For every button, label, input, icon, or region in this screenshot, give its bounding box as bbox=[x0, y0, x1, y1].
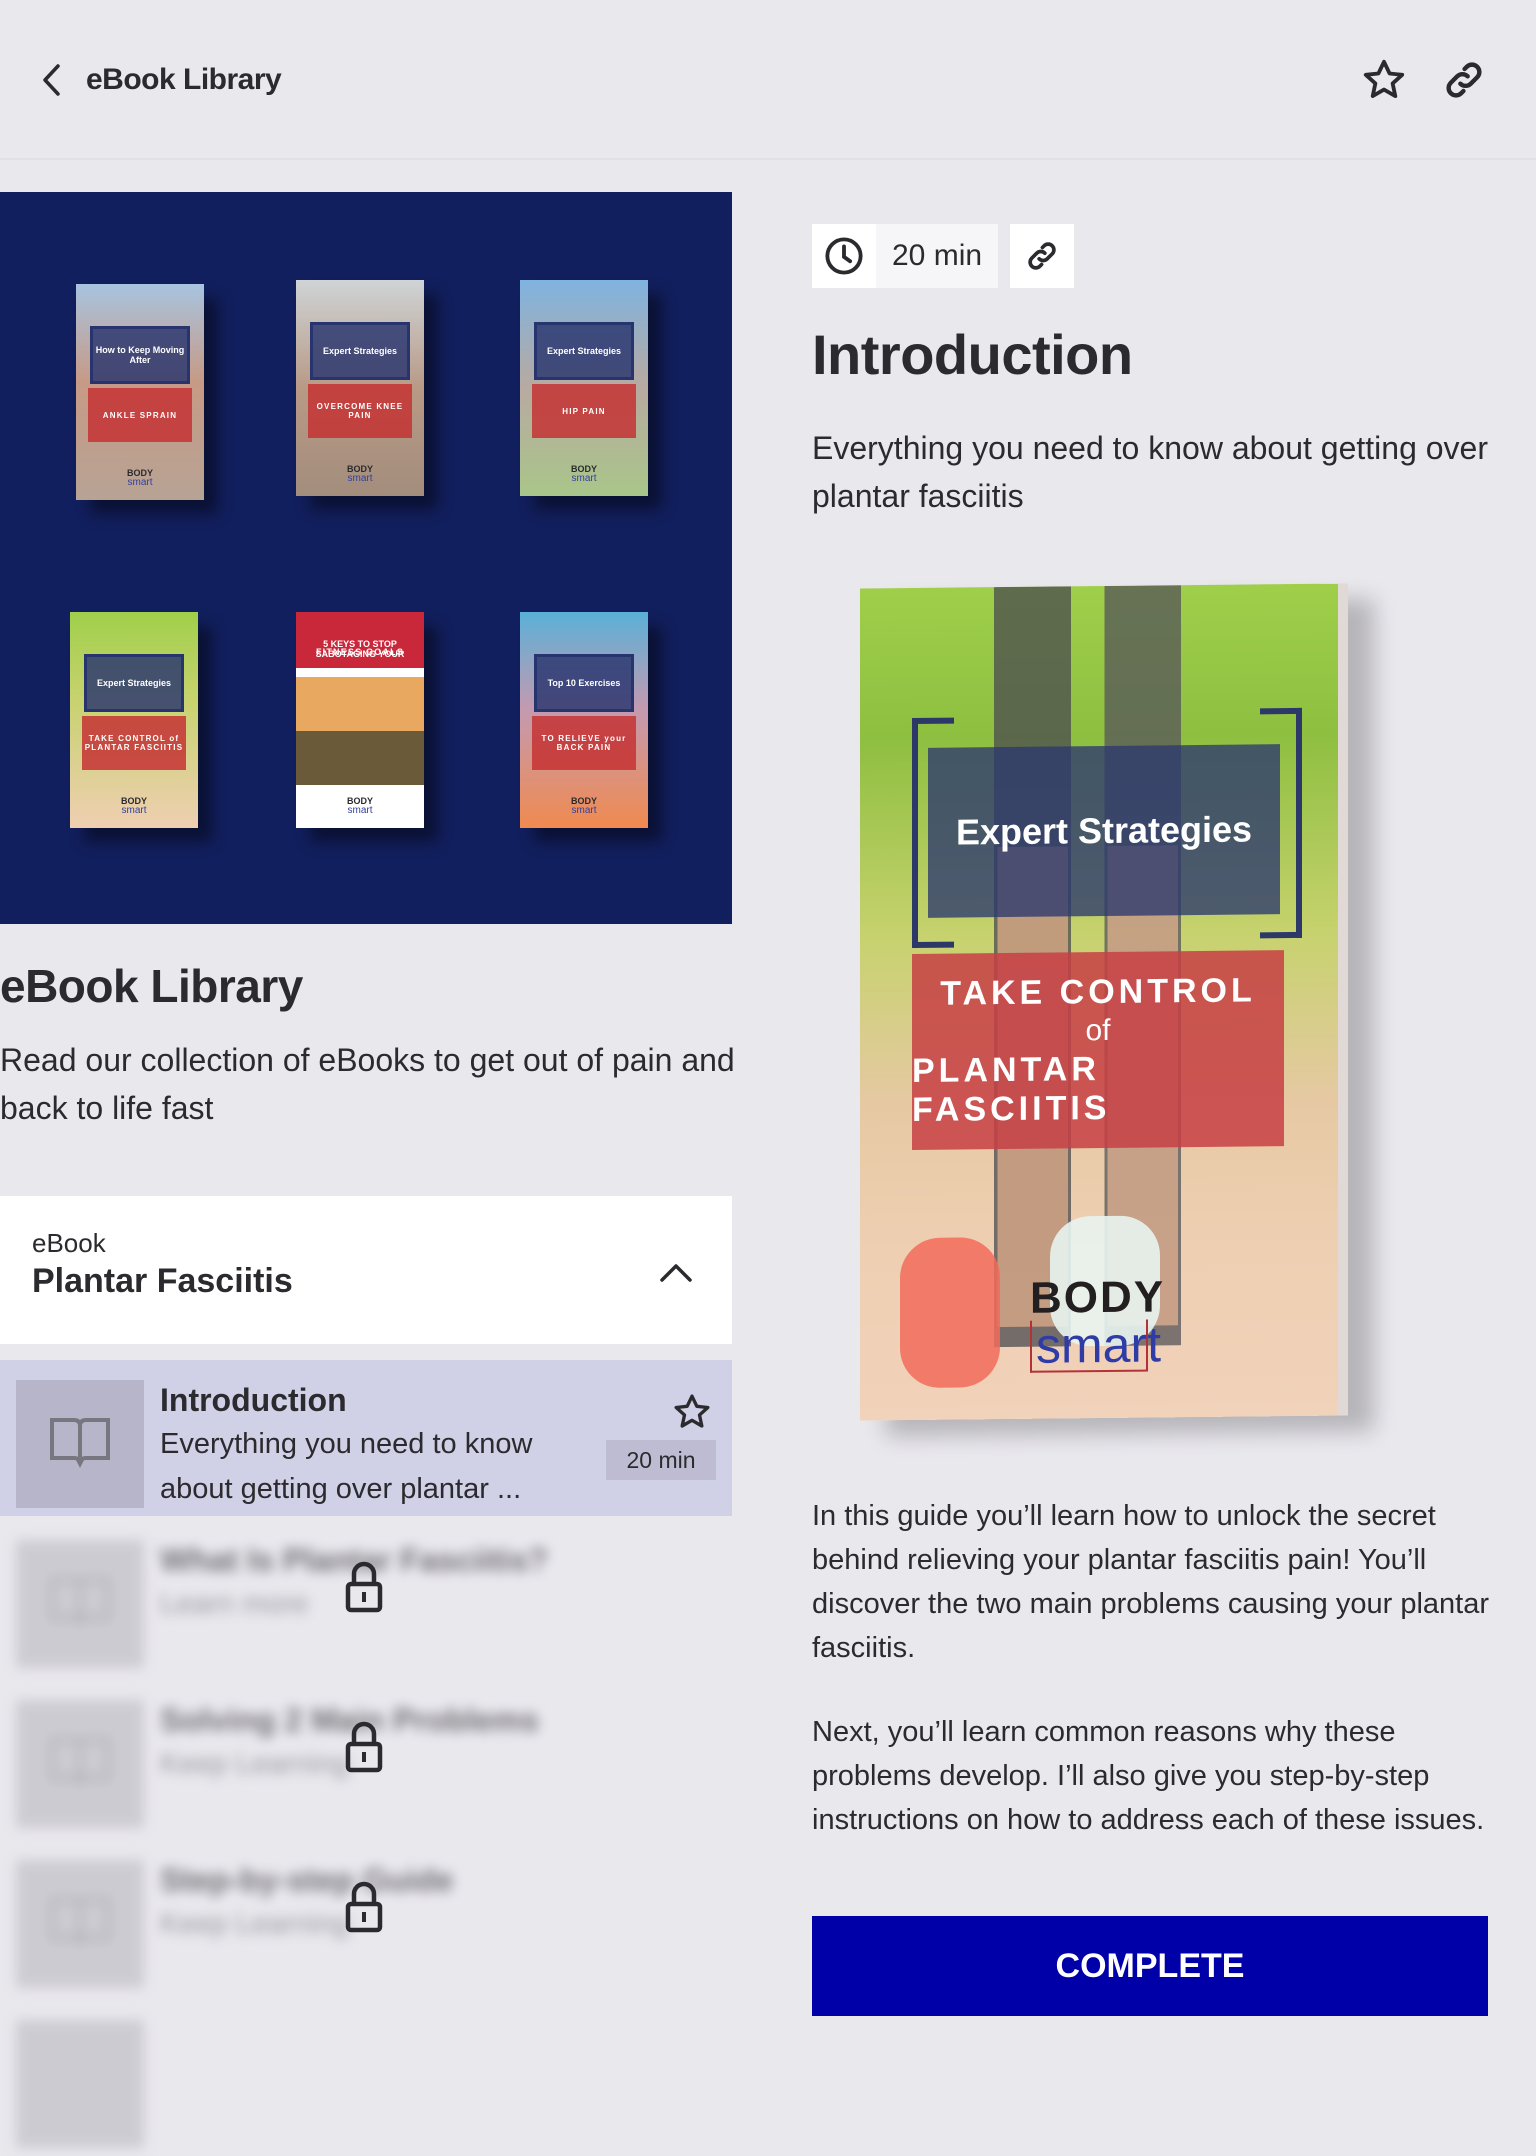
copy-link-button[interactable] bbox=[1010, 224, 1075, 288]
lesson-duration-badge: 20 min bbox=[606, 1440, 716, 1480]
lesson-thumbnail bbox=[16, 1380, 144, 1508]
lesson-description: Everything you need to know about gettin… bbox=[160, 1428, 533, 1505]
cover-top-text: Expert Strategies bbox=[928, 744, 1280, 918]
link-icon bbox=[1446, 62, 1482, 98]
lesson-title: Introduction bbox=[160, 1382, 347, 1418]
duration-chip: 20 min bbox=[812, 224, 999, 288]
lesson-item-locked[interactable]: What Is Plantar Fasciitis? Learn more bbox=[0, 1520, 732, 1676]
page-title: eBook Library bbox=[86, 63, 282, 96]
hero-book-logo: BODY smart bbox=[570, 464, 597, 484]
hero-book-top-text: Top 10 Exercises bbox=[534, 654, 634, 712]
hero-book-cover: How to Keep Moving After ANKLE SPRAIN BODY… bbox=[76, 284, 204, 500]
star-outline-icon bbox=[1363, 59, 1405, 99]
hero-book-logo: BODY smart bbox=[126, 468, 153, 488]
lesson-favorite-button[interactable] bbox=[670, 1390, 714, 1434]
hero-book-top-text: Expert Strategies bbox=[310, 322, 410, 380]
library-hero-image: How to Keep Moving After ANKLE SPRAIN BODY… bbox=[0, 192, 732, 924]
logo-top-text: BODY bbox=[1030, 1272, 1166, 1323]
hero-book-cover: Top 10 Exercises TO RELIEVE your BACK PAI… bbox=[520, 612, 648, 828]
open-book-icon bbox=[50, 1898, 110, 1945]
hero-book-logo: BODY smart bbox=[346, 464, 373, 484]
hero-book-top-text: Expert Strategies bbox=[84, 654, 184, 712]
duration-text: 20 min bbox=[876, 224, 999, 288]
hero-book-top-text: Expert Strategies bbox=[534, 322, 634, 380]
lesson-thumbnail bbox=[16, 1540, 144, 1668]
section-type-label: eBook bbox=[32, 1228, 106, 1258]
collapse-toggle[interactable] bbox=[656, 1252, 696, 1292]
body-smart-logo: BODY smart bbox=[1030, 1272, 1166, 1374]
hero-book-title: HIP PAIN bbox=[532, 384, 636, 438]
lock-icon bbox=[342, 1720, 386, 1774]
lesson-body: In this guide you’ll learn how to unlock… bbox=[812, 1494, 1512, 1842]
lesson-item-partial[interactable] bbox=[0, 2000, 732, 2156]
lesson-thumbnail bbox=[16, 1860, 144, 1988]
lock-icon bbox=[342, 1880, 386, 1934]
lesson-item-locked[interactable]: Solving 2 Main Problems Keep Learning bbox=[0, 1680, 732, 1836]
cover-line-3: PLANTAR FASCIITIS bbox=[912, 1049, 1111, 1129]
star-outline-icon bbox=[674, 1394, 710, 1428]
chevron-left-icon bbox=[43, 64, 60, 96]
complete-button[interactable]: COMPLETE bbox=[812, 1916, 1488, 2016]
hero-book-title: OVERCOME KNEE PAIN bbox=[308, 384, 412, 438]
hero-book-top-text: How to Keep Moving After bbox=[90, 326, 190, 384]
section-header-plantar-fasciitis[interactable]: eBook Plantar Fasciitis bbox=[0, 1196, 732, 1344]
lesson-thumbnail bbox=[16, 1700, 144, 1828]
library-title: eBook Library bbox=[0, 960, 303, 1012]
cover-line-2: of bbox=[1085, 1013, 1111, 1047]
link-icon bbox=[1028, 242, 1056, 270]
open-book-icon bbox=[50, 1418, 110, 1468]
hero-book-logo: BODY smart bbox=[570, 796, 597, 816]
back-button[interactable] bbox=[32, 58, 72, 102]
hero-book-cover: 5 KEYS TO STOP SABOTAGING YOUR FITNESS GO… bbox=[296, 612, 424, 828]
lesson-subtitle: Everything you need to know about gettin… bbox=[812, 430, 1488, 514]
lesson-item-locked[interactable]: Step-by-step Guide Keep Learning bbox=[0, 1840, 732, 1996]
cover-line-1: TAKE CONTROL bbox=[940, 970, 1256, 1013]
hero-book-cover: Expert Strategies TAKE CONTROL of PLANTAR… bbox=[70, 612, 198, 828]
top-bar: eBook Library bbox=[0, 0, 1536, 160]
lesson-heading: Introduction bbox=[812, 323, 1133, 386]
open-book-icon bbox=[50, 1578, 110, 1625]
lesson-meta-row: 20 min bbox=[812, 224, 1075, 288]
chevron-up-icon bbox=[660, 1264, 692, 1282]
cover-title-box: TAKE CONTROL of PLANTAR FASCIITIS bbox=[912, 950, 1284, 1151]
lesson-thumbnail bbox=[16, 2020, 144, 2148]
hero-book-title: TAKE CONTROL of PLANTAR FASCIITIS bbox=[82, 716, 186, 770]
favorite-button[interactable] bbox=[1360, 56, 1408, 104]
body-paragraph: In this guide you’ll learn how to unlock… bbox=[812, 1500, 1489, 1664]
hero-book-title: FITNESS GOALS bbox=[315, 647, 405, 657]
body-paragraph: Next, you’ll learn common reasons why th… bbox=[812, 1716, 1485, 1836]
hero-book-cover: Expert Strategies HIP PAIN BODY smart bbox=[520, 280, 648, 496]
hero-book-cover: Expert Strategies OVERCOME KNEE PAIN BODY s… bbox=[296, 280, 424, 496]
lock-icon bbox=[342, 1560, 386, 1614]
share-link-button[interactable] bbox=[1440, 56, 1488, 104]
hero-book-logo: BODY smart bbox=[120, 796, 147, 816]
hero-book-title: ANKLE SPRAIN bbox=[88, 388, 192, 442]
hero-book-logo: BODY smart bbox=[346, 796, 373, 816]
clock-icon bbox=[825, 237, 863, 275]
library-description: Read our collection of eBooks to get out… bbox=[0, 1042, 735, 1126]
ebook-cover-image: Expert Strategies TAKE CONTROL of PLANTA… bbox=[860, 583, 1348, 1421]
lesson-item-introduction[interactable]: Introduction Everything you need to know… bbox=[0, 1360, 732, 1516]
logo-bottom-text: smart bbox=[1030, 1316, 1161, 1374]
section-title: Plantar Fasciitis bbox=[32, 1262, 293, 1300]
lesson-title: Step-by-step Guide bbox=[160, 1862, 454, 1898]
open-book-icon bbox=[50, 1738, 110, 1785]
hero-book-title: TO RELIEVE your BACK PAIN bbox=[532, 716, 636, 770]
